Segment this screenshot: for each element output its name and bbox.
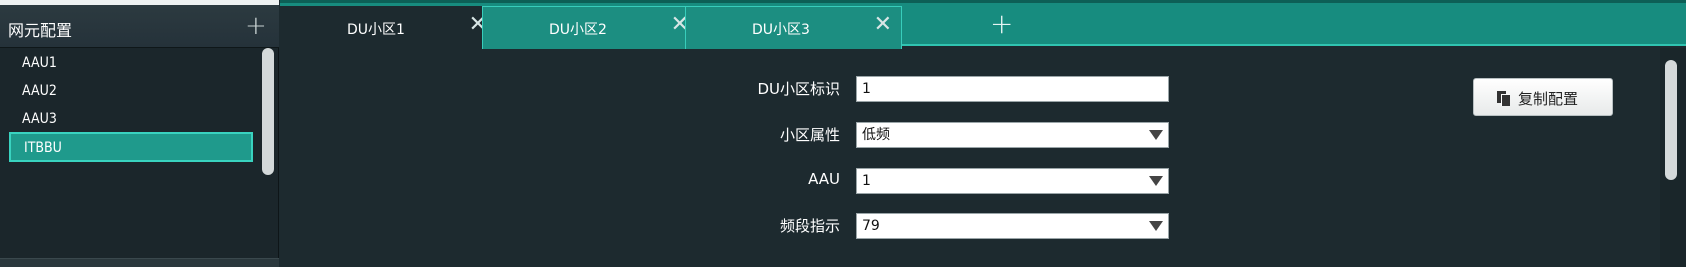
list-item-aau1[interactable]: AAU1: [22, 50, 57, 76]
cell-attr-label: 小区属性: [779, 126, 840, 144]
panel-footer: [0, 258, 279, 267]
dropdown-arrow-icon: [1149, 221, 1163, 231]
copy-icon: [1497, 91, 1510, 106]
right-scrollbar[interactable]: [1665, 60, 1677, 180]
band-label: 频段指示: [779, 217, 840, 235]
band-value: 79: [862, 218, 880, 234]
left-scrollbar[interactable]: [262, 48, 274, 175]
copy-config-label: 复制配置: [1518, 90, 1579, 108]
aau-select[interactable]: 1: [856, 168, 1169, 194]
aau-label: AAU: [808, 170, 840, 188]
dropdown-arrow-icon: [1149, 176, 1163, 186]
aau-value: 1: [862, 173, 871, 189]
copy-config-button[interactable]: 复制配置: [1473, 78, 1613, 116]
band-select[interactable]: 79: [856, 213, 1169, 239]
cell-attr-value: 低频: [862, 127, 890, 143]
list-item-aau3[interactable]: AAU3: [22, 106, 57, 132]
tab-label: DU小区1: [347, 22, 405, 38]
cell-id-label: DU小区标识: [757, 80, 840, 98]
dropdown-arrow-icon: [1149, 130, 1163, 140]
tab-du-cell-3[interactable]: DU小区3 ✕: [685, 6, 902, 49]
panel-header: 网元配置 +: [0, 5, 279, 48]
tab-label: DU小区2: [549, 22, 607, 38]
network-element-panel: 网元配置 + AAU1 AAU2 AAU3 ITBBU: [0, 0, 279, 267]
list-item-itbbu[interactable]: ITBBU: [9, 132, 253, 162]
add-tab-button[interactable]: +: [990, 9, 1013, 39]
tab-du-cell-2[interactable]: DU小区2 ✕: [482, 6, 699, 49]
cell-attr-select[interactable]: 低频: [856, 122, 1169, 148]
tab-du-cell-1[interactable]: DU小区1 ✕: [280, 6, 497, 49]
add-element-button[interactable]: +: [245, 11, 267, 41]
panel-title: 网元配置: [8, 21, 73, 40]
list-item-aau2[interactable]: AAU2: [22, 78, 57, 104]
du-cell-form: DU小区标识 1 小区属性 低频 AAU 1 频段指示 79 复制配置: [280, 48, 1660, 267]
close-icon[interactable]: ✕: [874, 13, 892, 37]
tab-bar: DU小区1 ✕ DU小区2 ✕ DU小区3 ✕ +: [280, 0, 1686, 49]
tab-label: DU小区3: [752, 22, 810, 38]
cell-id-input[interactable]: 1: [856, 76, 1169, 102]
